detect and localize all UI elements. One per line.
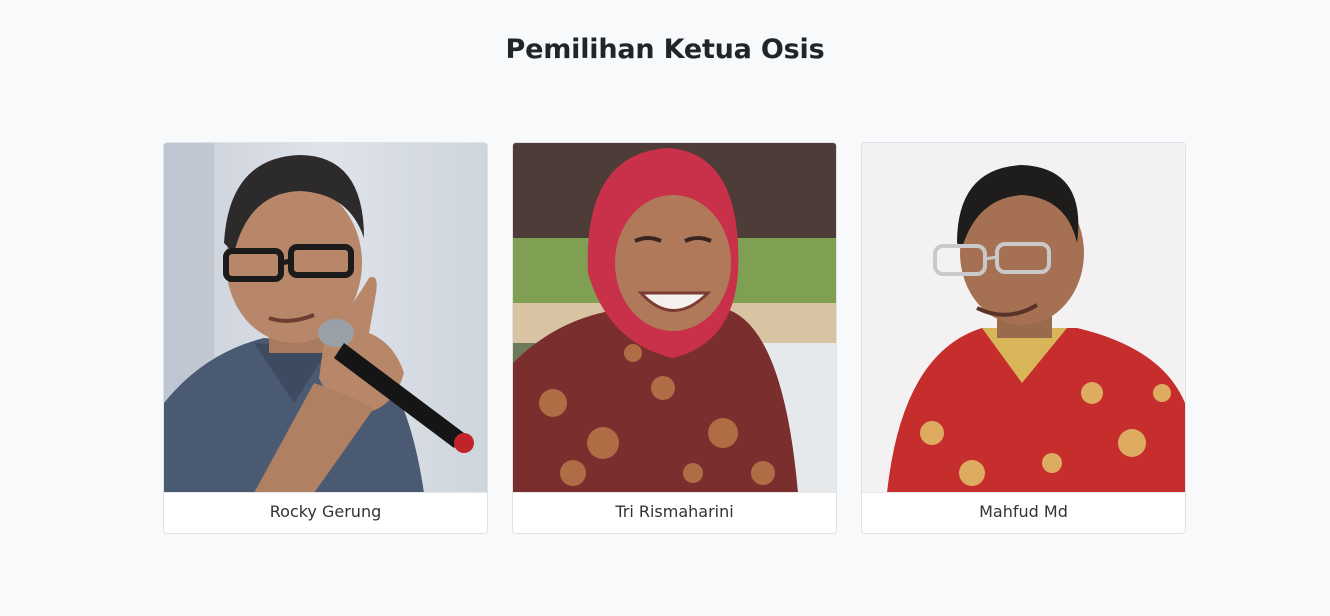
candidate-photo-mahfud-image	[862, 143, 1185, 492]
candidate-photo-rocky[interactable]	[164, 143, 487, 493]
candidate-name: Mahfud Md	[979, 502, 1068, 521]
candidate-photo-rocky-image	[164, 143, 487, 492]
candidate-card-rocky[interactable]: Rocky Gerung	[163, 142, 488, 534]
candidate-name: Tri Rismaharini	[615, 502, 734, 521]
candidate-name: Rocky Gerung	[269, 502, 382, 521]
candidate-photo-mahfud[interactable]	[862, 143, 1185, 493]
page-title: Pemilihan Ketua Osis	[505, 34, 825, 65]
candidate-card-tri[interactable]: Tri Rismaharini	[512, 142, 837, 534]
candidate-photo-tri-image	[513, 143, 836, 492]
candidate-card-mahfud[interactable]: Mahfud Md	[861, 142, 1186, 534]
candidate-photo-tri[interactable]	[513, 143, 836, 493]
